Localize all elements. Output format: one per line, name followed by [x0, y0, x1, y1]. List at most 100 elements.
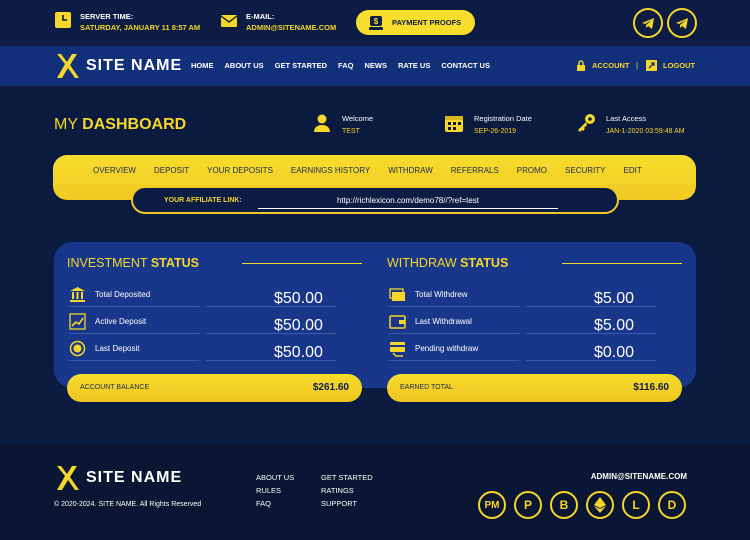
footer-site-name: SITE NAME [86, 469, 183, 486]
investment-title-light: INVESTMENT [67, 256, 148, 270]
bank-icon [70, 286, 85, 302]
nav-contact-us[interactable]: CONTACT US [441, 61, 490, 70]
earned-total-value: $116.60 [633, 382, 669, 393]
withdraw-status-title: WITHDRAW STATUS [387, 256, 508, 270]
row-underline [389, 333, 519, 334]
footer-link-faq[interactable]: FAQ [256, 500, 294, 508]
footer-link-get-started[interactable]: GET STARTED [321, 474, 373, 482]
coin-label: D [667, 498, 677, 512]
server-time-value: SATURDAY, JANUARY 11 8:57 AM [80, 23, 201, 32]
perfect-money-icon: PM [478, 491, 506, 519]
copyright: © 2020-2024. SITE NAME. All Rights Reser… [54, 501, 202, 508]
affiliate-link-field[interactable]: http://richlexicon.com/demo78//?ref=test [258, 194, 558, 209]
investment-divider [242, 263, 362, 264]
telegram-icon [676, 18, 688, 29]
dogecoin-icon: D [658, 491, 686, 519]
payment-proofs-label: PAYMENT PROOFS [392, 18, 462, 27]
row-underline [526, 360, 656, 361]
tab-security[interactable]: SECURITY [565, 166, 605, 175]
money-hand-icon: $ [369, 15, 383, 30]
calendar-icon [445, 116, 463, 132]
row-underline [69, 360, 199, 361]
tab-earnings-history[interactable]: EARNINGS HISTORY [291, 166, 370, 175]
nav-news[interactable]: NEWS [364, 61, 387, 70]
welcome-label: Welcome [342, 114, 374, 123]
footer-link-ratings[interactable]: RATINGS [321, 487, 373, 495]
row-underline [389, 360, 519, 361]
wallet-icon [389, 314, 406, 329]
footer-link-about-us[interactable]: ABOUT US [256, 474, 294, 482]
telegram-icon [642, 18, 654, 29]
page-title: MY DASHBOARD [54, 116, 186, 134]
username: TEST [342, 128, 360, 135]
nav-separator: | [636, 61, 639, 70]
logout-link[interactable]: LOGOUT [646, 60, 695, 71]
tab-edit[interactable]: EDIT [623, 166, 641, 175]
telegram-button[interactable] [633, 8, 663, 38]
lock-icon [577, 60, 585, 71]
row-underline [389, 306, 519, 307]
tab-your-deposits[interactable]: YOUR DEPOSITS [207, 166, 273, 175]
footer-email[interactable]: ADMIN@SITENAME.COM [591, 472, 687, 481]
money-stack-icon [389, 287, 405, 301]
registration-label: Registration Date [474, 114, 532, 123]
top-bar: SERVER TIME: SATURDAY, JANUARY 11 8:57 A… [0, 0, 750, 46]
footer-logo[interactable]: SITE NAME [54, 464, 182, 492]
last-access-value: JAN-1-2020 03:59:48 AM [606, 128, 685, 135]
coin-label: L [632, 498, 640, 512]
tab-withdraw[interactable]: WITHDRAW [388, 166, 433, 175]
withdraw-divider [562, 263, 682, 264]
page-title-bold: DASHBOARD [82, 116, 187, 133]
account-link[interactable]: ACCOUNT [576, 60, 630, 71]
server-time: SERVER TIME: SATURDAY, JANUARY 11 8:57 A… [54, 11, 200, 33]
tab-deposit[interactable]: DEPOSIT [154, 166, 189, 175]
footer-links-col2: GET STARTED RATINGS SUPPORT [321, 474, 373, 508]
last-access-label: Last Access [606, 114, 647, 123]
growth-chart-icon [69, 312, 86, 330]
stat-row-pending-withdraw: Pending withdraw [389, 338, 478, 358]
logo-mark-icon [57, 466, 79, 490]
row-underline [526, 333, 656, 334]
tab-promo[interactable]: PROMO [517, 166, 547, 175]
earned-total-label: EARNED TOTAL [400, 384, 453, 391]
payment-proofs-button[interactable]: $ PAYMENT PROOFS [356, 10, 475, 35]
footer-link-rules[interactable]: RULES [256, 487, 294, 495]
email-value: ADMIN@SITENAME.COM [246, 23, 337, 32]
tab-overview[interactable]: OVERVIEW [93, 166, 136, 175]
withdraw-title-bold: STATUS [460, 256, 509, 270]
key-icon [578, 114, 595, 132]
row-underline [206, 333, 336, 334]
investment-status-title: INVESTMENT STATUS [67, 256, 199, 270]
logout-label: LOGOUT [663, 61, 696, 70]
row-underline [69, 306, 199, 307]
coin-label: B [559, 498, 569, 512]
stat-row-last-withdrawal: Last Withdrawal [389, 311, 472, 331]
logo-mark-icon [57, 54, 79, 78]
footer-link-support[interactable]: SUPPORT [321, 500, 373, 508]
stat-row-total-withdrew: Total Withdrew [389, 284, 467, 304]
nav-faq[interactable]: FAQ [338, 61, 353, 70]
stat-row-total-deposited: Total Deposited [69, 284, 150, 304]
stat-label: Last Withdrawal [415, 316, 472, 326]
earned-total-box: EARNED TOTAL $116.60 [387, 374, 682, 402]
coin-icon [69, 340, 86, 356]
ethereum-icon [586, 491, 614, 519]
tab-referrals[interactable]: REFERRALS [451, 166, 499, 175]
stat-label: Active Deposit [95, 316, 147, 326]
nav-about-us[interactable]: ABOUT US [225, 61, 264, 70]
nav-rate-us[interactable]: RATE US [398, 61, 430, 70]
email-icon [220, 15, 238, 27]
investment-title-bold: STATUS [150, 256, 199, 270]
user-icon [314, 114, 330, 132]
affiliate-link-box: YOUR AFFILIATE LINK: http://richlexicon.… [131, 186, 619, 214]
registration-date: SEP-26-2019 [474, 128, 517, 135]
coin-label: P [523, 498, 532, 512]
stat-row-active-deposit: Active Deposit [69, 311, 146, 331]
nav-home[interactable]: HOME [191, 61, 214, 70]
registration-info: Registration Date SEP-26-2019 [444, 113, 532, 138]
site-logo[interactable]: SITE NAME [54, 52, 182, 80]
telegram-channel-button[interactable] [667, 8, 697, 38]
nav-menu: HOME ABOUT US GET STARTED FAQ NEWS RATE … [191, 61, 490, 70]
account-balance-box: ACCOUNT BALANCE $261.60 [67, 374, 362, 402]
nav-get-started[interactable]: GET STARTED [275, 61, 327, 70]
